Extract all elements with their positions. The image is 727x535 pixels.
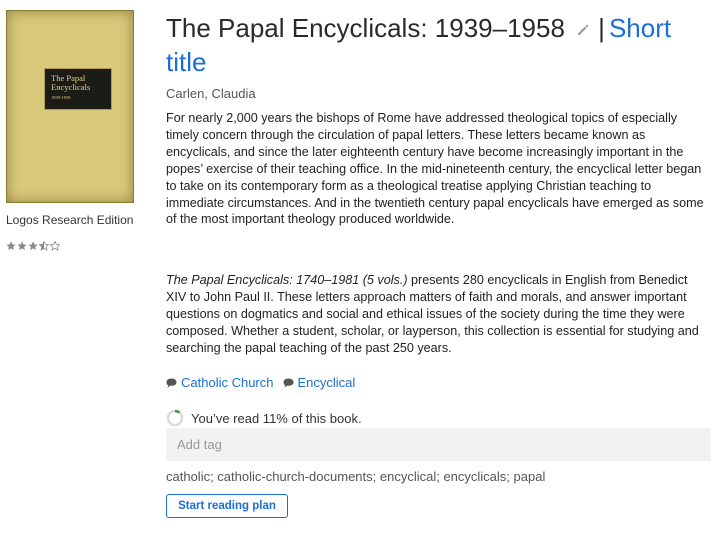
start-reading-plan-button[interactable]: Start reading plan [166,494,288,518]
category-label: Catholic Church [181,375,274,390]
cover-title-plate: The Papal Encyclicals 1939-1958 [44,68,112,110]
reading-progress: You’ve read 11% of this book. [166,409,362,427]
cover-dates: 1939-1958 [51,95,71,100]
add-tag-input[interactable]: Add tag [166,428,711,461]
star-half-icon[interactable] [39,241,49,251]
category-label: Encyclical [297,375,356,390]
title-separator: | [598,13,605,43]
tag-list[interactable]: catholic; catholic-church-documents; enc… [166,469,545,484]
pencil-icon[interactable] [577,24,589,36]
speech-bubble-icon [283,378,293,388]
progress-text: You’ve read 11% of this book. [191,410,362,426]
category-link-catholic-church[interactable]: Catholic Church [166,375,274,390]
category-link-encyclical[interactable]: Encyclical [283,375,356,390]
star-filled-icon[interactable] [28,241,38,251]
author-name[interactable]: Carlen, Claudia [166,86,256,101]
edition-label: Logos Research Edition [6,213,134,227]
book-title: The Papal Encyclicals: 1939–1958 [166,13,565,43]
category-list: Catholic Church Encyclical [166,375,355,390]
star-filled-icon[interactable] [17,241,27,251]
title-row: The Papal Encyclicals: 1939–1958 | Short … [166,11,711,79]
speech-bubble-icon [166,378,177,388]
description-2-italic: The Papal Encyclicals: 1740–1981 (5 vols… [166,273,408,287]
cover-title-line2: Encyclicals [51,82,91,92]
star-empty-icon[interactable] [50,241,60,251]
description-paragraph-1: For nearly 2,000 years the bishops of Ro… [166,111,704,227]
star-filled-icon[interactable] [6,241,16,251]
progress-ring-icon [166,409,184,427]
description-paragraph-2: The Papal Encyclicals: 1740–1981 (5 vols… [166,272,711,357]
star-rating[interactable] [6,241,60,251]
book-cover[interactable]: The Papal Encyclicals 1939-1958 [6,10,134,203]
